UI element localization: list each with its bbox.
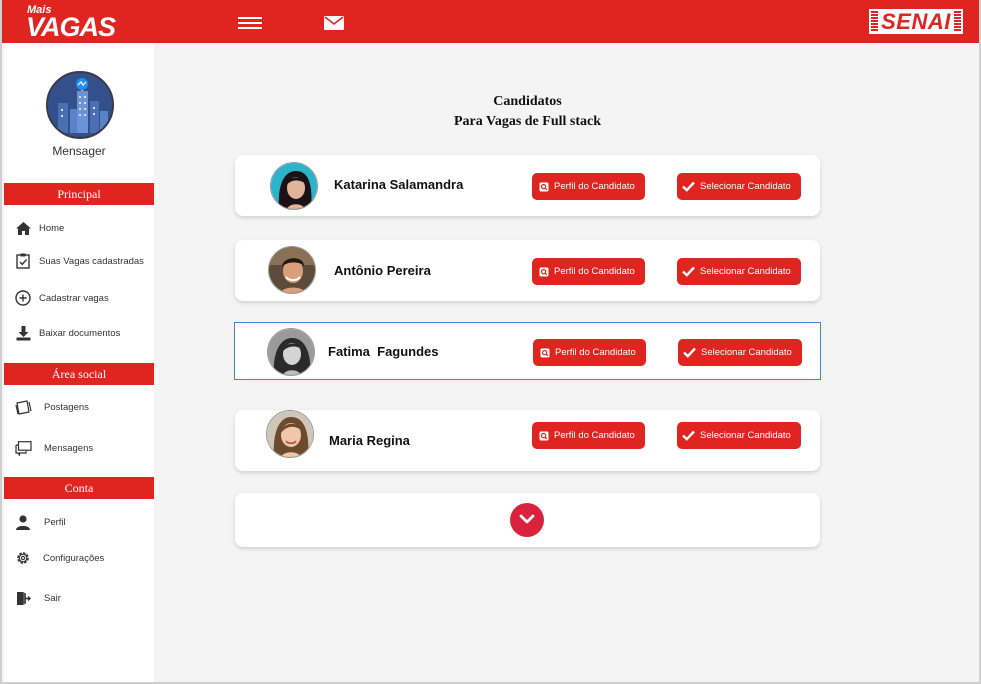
- section-area-social: Área social: [4, 363, 154, 385]
- search-icon: [539, 267, 549, 277]
- search-icon: [540, 348, 550, 358]
- select-button-label: Selecionar Candidato: [700, 266, 791, 277]
- posts-icon: [14, 398, 32, 416]
- checkmark-icon: [682, 430, 695, 441]
- sidebar-item-cadastrar-vagas[interactable]: Cadastrar vagas: [14, 288, 109, 308]
- candidate-card: Antônio Pereira Perfil do Candidato Sele…: [235, 240, 820, 301]
- exit-icon: [14, 589, 32, 607]
- profile-name: Mensager: [52, 144, 106, 158]
- select-candidate-button[interactable]: Selecionar Candidato: [677, 173, 801, 200]
- sidebar-item-label: Home: [39, 222, 65, 234]
- profile-button[interactable]: Perfil do Candidato: [532, 422, 645, 449]
- search-icon: [539, 431, 549, 441]
- sidebar-item-label: Mensagens: [44, 442, 94, 454]
- app-window: Mais VAGAS SENAI Mensager Principal Home…: [0, 0, 981, 684]
- candidate-name: Fatima Fagundes: [328, 344, 439, 359]
- profile-button[interactable]: Perfil do Candidato: [532, 173, 645, 200]
- sidebar-item-home[interactable]: Home: [14, 218, 64, 238]
- section-principal: Principal: [4, 183, 154, 205]
- sidebar-item-label: Perfil: [44, 516, 66, 528]
- sidebar-item-baixar-documentos[interactable]: Baixar documentos: [14, 323, 120, 343]
- hamburger-menu-icon[interactable]: [238, 17, 262, 29]
- load-more-button[interactable]: [510, 503, 544, 537]
- select-candidate-button[interactable]: Selecionar Candidato: [678, 339, 802, 366]
- candidate-card: Maria Regina Perfil do Candidato Selecio…: [235, 410, 820, 471]
- select-button-label: Selecionar Candidato: [701, 347, 792, 358]
- sidebar-item-label: Postagens: [44, 401, 89, 413]
- checkmark-icon: [682, 181, 695, 192]
- profile-button-label: Perfil do Candidato: [554, 266, 635, 277]
- mail-icon[interactable]: [324, 16, 344, 35]
- clipboard-check-icon: [14, 252, 32, 270]
- candidate-card: Katarina Salamandra Perfil do Candidato …: [235, 155, 820, 216]
- candidate-name: Maria Regina: [329, 433, 410, 448]
- select-button-label: Selecionar Candidato: [700, 430, 791, 441]
- sidebar-item-mensagens[interactable]: Mensagens: [14, 438, 93, 458]
- sidebar-item-label: Configurações: [43, 552, 105, 564]
- sidebar-item-label: Baixar documentos: [39, 327, 121, 339]
- profile-button-label: Perfil do Candidato: [555, 347, 636, 358]
- checkmark-icon: [682, 266, 695, 277]
- senai-logo-text: SENAI: [878, 11, 954, 33]
- chat-icon: [14, 439, 32, 457]
- sidebar-item-sair[interactable]: Sair: [14, 588, 61, 608]
- sidebar-item-perfil[interactable]: Perfil: [14, 512, 66, 532]
- download-icon: [14, 324, 32, 342]
- select-candidate-button[interactable]: Selecionar Candidato: [677, 422, 801, 449]
- sidebar-item-label: Sair: [44, 592, 61, 604]
- select-candidate-button[interactable]: Selecionar Candidato: [677, 258, 801, 285]
- top-bar: Mais VAGAS SENAI: [2, 0, 979, 43]
- sidebar-item-label: Suas Vagas cadastradas: [39, 255, 144, 267]
- candidate-photo: [267, 328, 315, 376]
- candidate-photo: [266, 410, 314, 458]
- mais-vagas-logo[interactable]: Mais VAGAS: [26, 3, 116, 42]
- select-button-label: Selecionar Candidato: [700, 181, 791, 192]
- home-icon: [14, 219, 32, 237]
- section-conta: Conta: [4, 477, 154, 499]
- sidebar: Mensager Principal Home Suas Vagas cadas…: [4, 43, 154, 682]
- load-more-card: [235, 493, 820, 547]
- sidebar-item-suas-vagas[interactable]: Suas Vagas cadastradas: [14, 251, 144, 271]
- profile-button-label: Perfil do Candidato: [554, 430, 635, 441]
- senai-logo: SENAI: [869, 9, 963, 34]
- gear-icon: [14, 549, 32, 567]
- profile-button[interactable]: Perfil do Candidato: [533, 339, 646, 366]
- sidebar-item-postagens[interactable]: Postagens: [14, 397, 89, 417]
- plus-circle-icon: [14, 289, 32, 307]
- profile-button[interactable]: Perfil do Candidato: [532, 258, 645, 285]
- chevron-down-icon: [519, 511, 535, 529]
- company-avatar[interactable]: [46, 71, 114, 139]
- profile-button-label: Perfil do Candidato: [554, 181, 635, 192]
- sidebar-item-configuracoes[interactable]: Configurações: [14, 548, 104, 568]
- candidate-photo: [268, 246, 316, 294]
- checkmark-icon: [683, 347, 696, 358]
- logo-big-text: VAGAS: [26, 12, 116, 42]
- page-subtitle: Para Vagas de Full stack: [453, 114, 601, 129]
- candidate-photo: [270, 162, 318, 210]
- search-icon: [539, 182, 549, 192]
- page-title: Candidatos: [493, 94, 562, 109]
- candidate-name: Antônio Pereira: [334, 263, 431, 278]
- user-icon: [14, 513, 32, 531]
- candidate-card-selected: Fatima Fagundes Perfil do Candidato Sele…: [234, 322, 821, 380]
- candidate-name: Katarina Salamandra: [334, 177, 464, 192]
- sidebar-item-label: Cadastrar vagas: [39, 292, 109, 304]
